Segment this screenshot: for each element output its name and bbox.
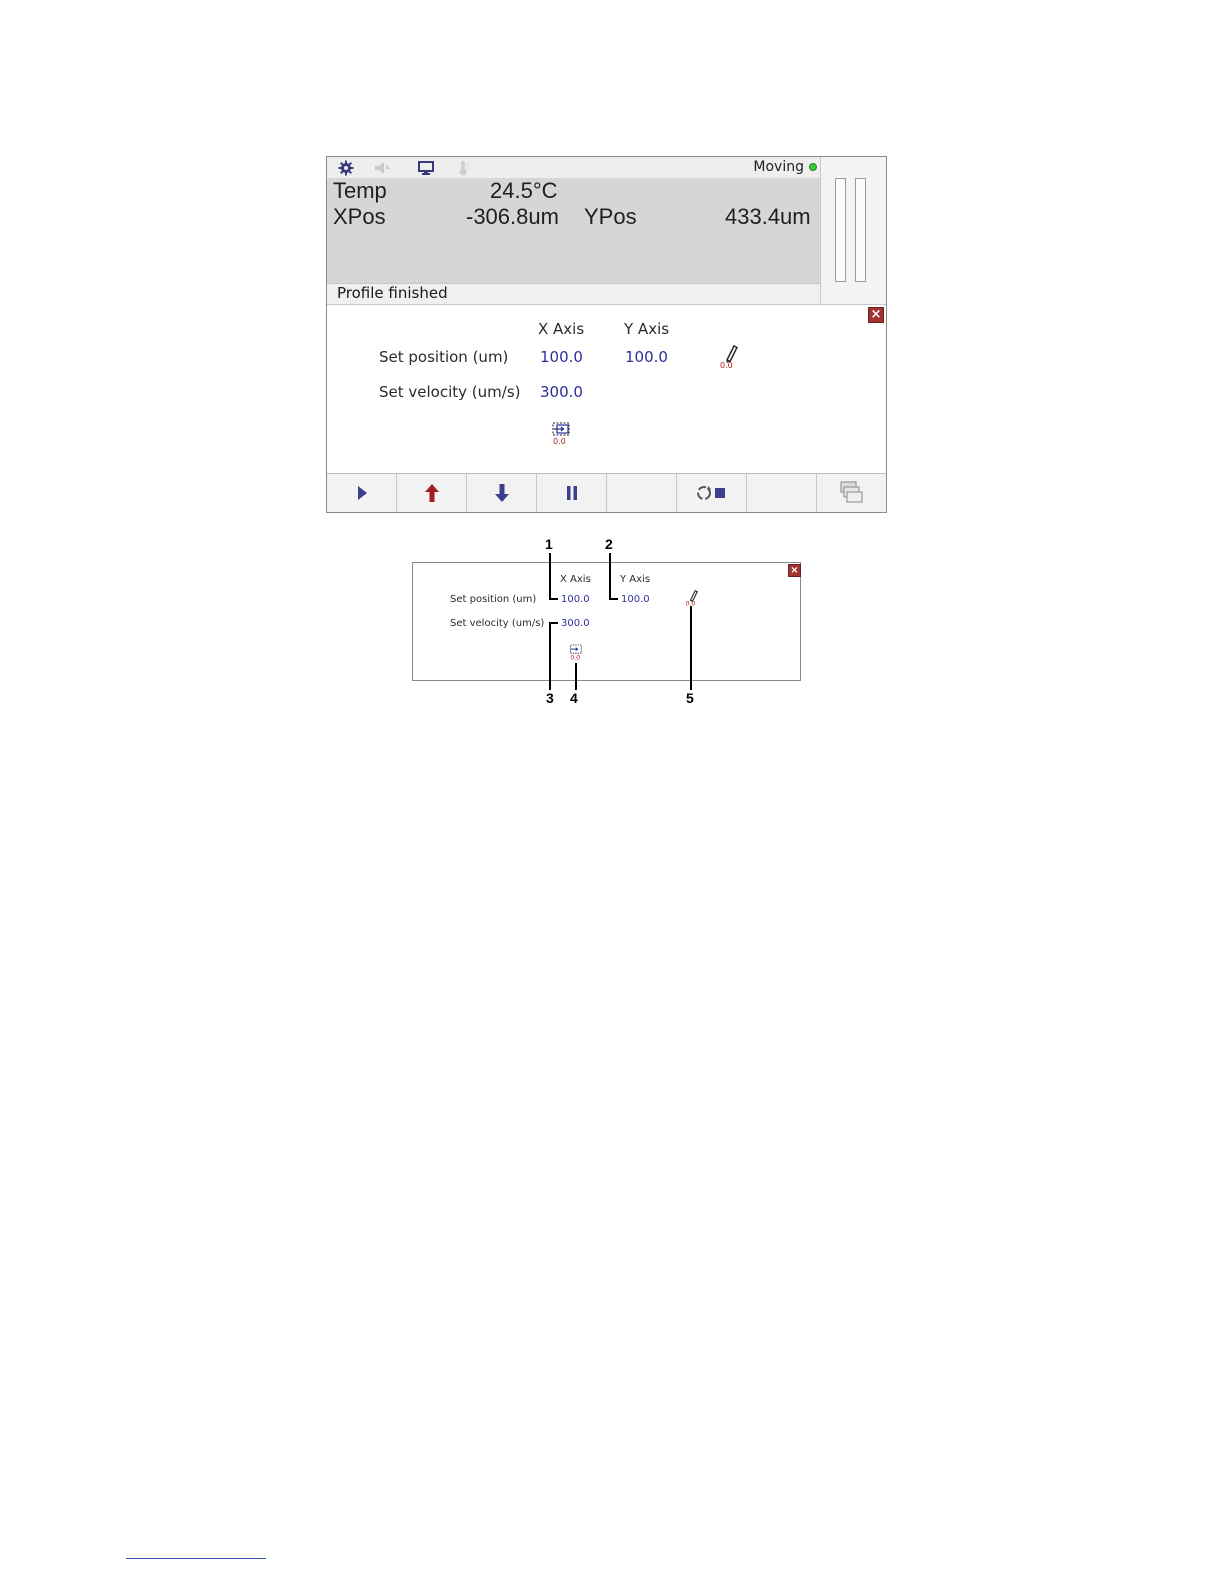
callout-number: 4 [570, 690, 578, 706]
footnote-separator [126, 1558, 266, 1559]
callout-number: 2 [605, 536, 613, 552]
callout-number: 1 [545, 536, 553, 552]
callout-number: 5 [686, 690, 694, 706]
callout-lines [549, 553, 692, 690]
callout-number: 3 [546, 690, 554, 706]
